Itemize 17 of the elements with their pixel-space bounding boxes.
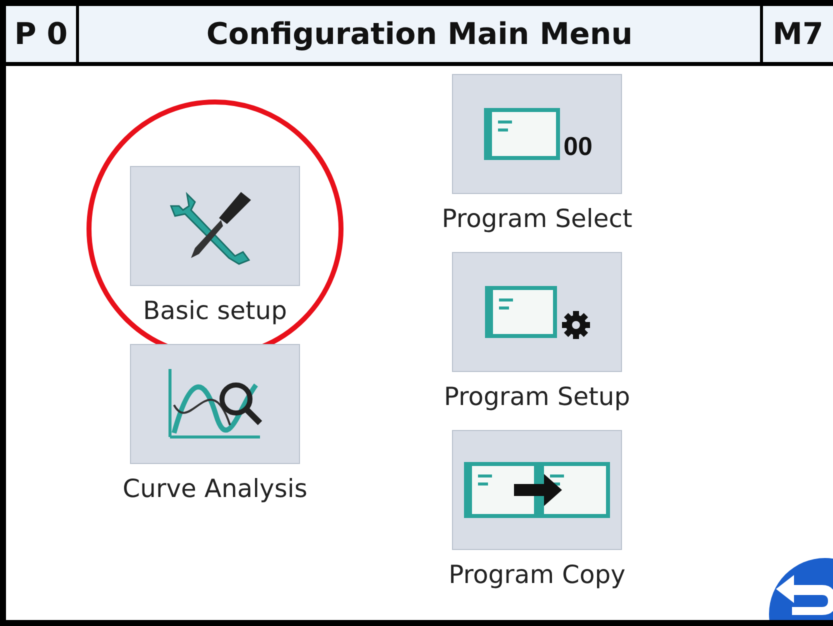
page-indicator: P 0 [13, 16, 69, 54]
menu-tile[interactable] [452, 430, 622, 550]
menu-label: Program Copy [448, 560, 626, 591]
menu-label: Basic setup [142, 296, 288, 327]
menu-label: Program Setup [444, 382, 630, 413]
menu-tile[interactable]: 00 [452, 74, 622, 194]
screen-title: Configuration Main Menu [76, 6, 763, 62]
gear-icon [561, 310, 591, 340]
menu-label: Curve Analysis [122, 474, 308, 505]
menu-label: Program Select [442, 204, 632, 235]
mode-indicator: M7 [772, 16, 824, 54]
window-icon [482, 106, 562, 162]
menu-tile[interactable] [130, 344, 300, 464]
program-number: 00 [564, 131, 592, 162]
menu-tile[interactable] [130, 166, 300, 286]
menu-tile[interactable] [452, 252, 622, 372]
window-icon [483, 284, 559, 340]
